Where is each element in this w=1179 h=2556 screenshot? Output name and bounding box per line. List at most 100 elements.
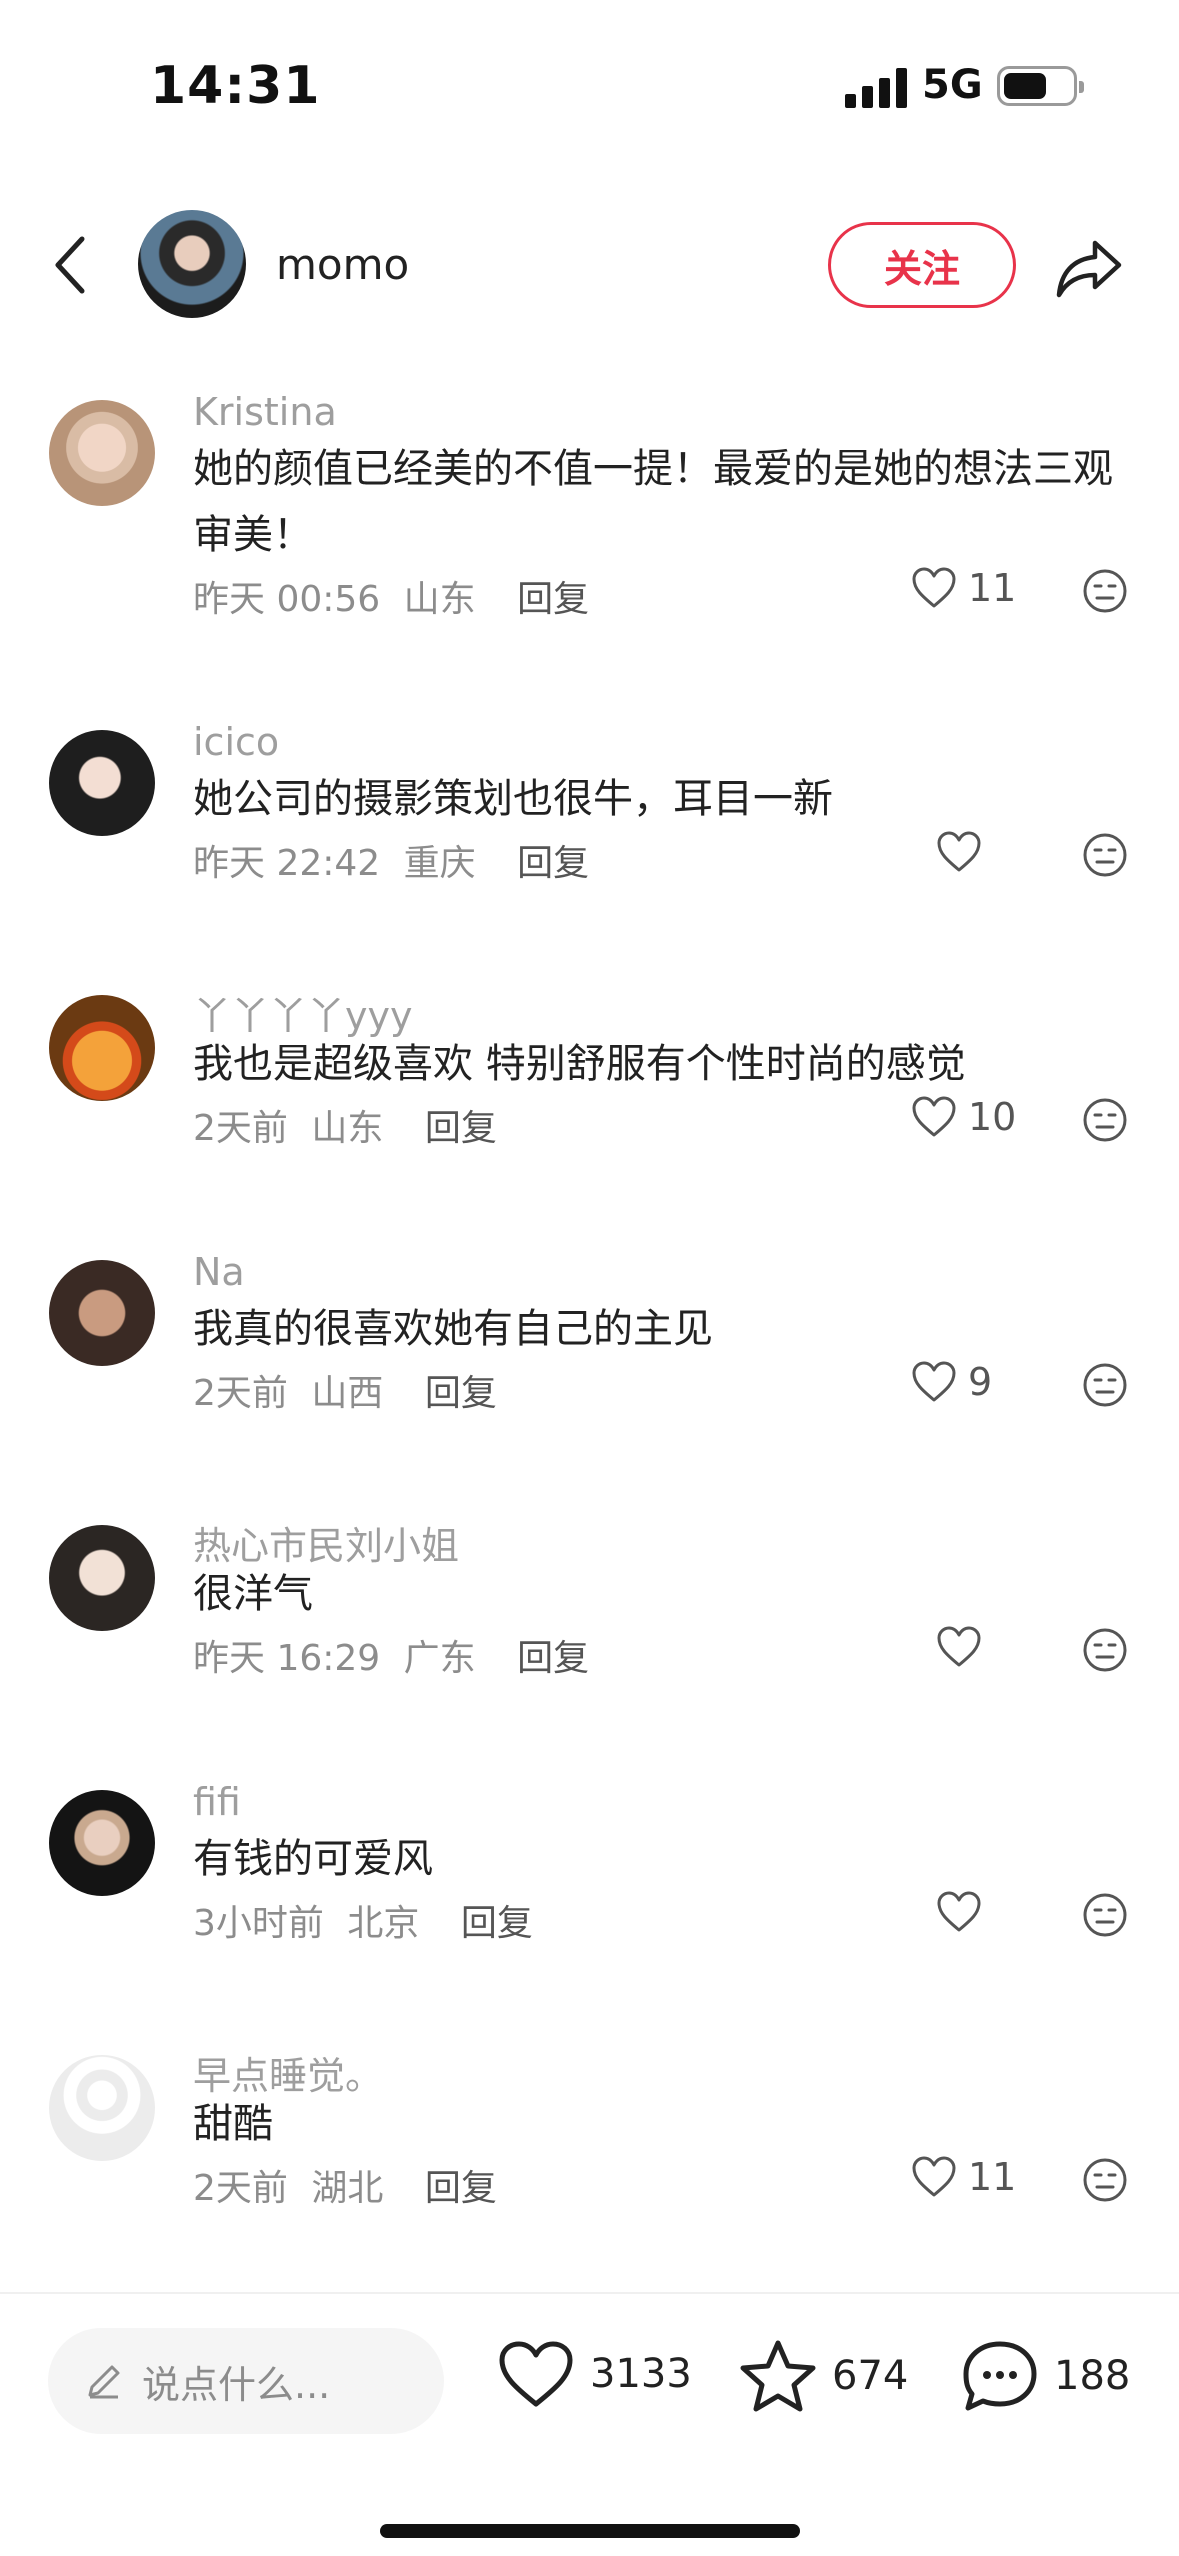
comment-meta: 3小时前 北京 回复: [193, 1894, 533, 1946]
comment-location: 山东: [311, 1108, 384, 1149]
comment-meta: 2天前 山西 回复: [193, 1364, 497, 1416]
reply-button[interactable]: 回复: [517, 843, 589, 884]
comment-time: 2天前: [193, 1373, 288, 1414]
neutral-face-icon: [1083, 1363, 1127, 1407]
commenter-avatar[interactable]: [49, 1790, 155, 1896]
comment-like-button[interactable]: 9: [910, 1360, 992, 1404]
signal-icon: [845, 68, 907, 108]
comment-like-count: 10: [968, 1095, 1017, 1139]
commenter-name[interactable]: Na: [193, 1250, 245, 1294]
neutral-face-icon: [1083, 569, 1127, 613]
commenter-name[interactable]: Kristina: [193, 390, 337, 434]
comment-location: 广东: [403, 1638, 476, 1679]
comment-meta: 昨天 16:29 广东 回复: [193, 1629, 589, 1681]
reply-button[interactable]: 回复: [517, 1638, 589, 1679]
comment-text: 我也是超级喜欢 特别舒服有个性时尚的感觉: [193, 1041, 966, 1087]
comment-time: 2天前: [193, 2168, 288, 2209]
neutral-face-icon: [1083, 2158, 1127, 2202]
star-icon: [740, 2340, 816, 2412]
comment-location: 湖北: [311, 2168, 384, 2209]
comment-location: 山东: [403, 579, 476, 620]
comment-like-count: 11: [968, 566, 1017, 610]
collect-button[interactable]: 674: [738, 2338, 908, 2414]
home-indicator[interactable]: [380, 2524, 800, 2538]
reply-button[interactable]: 回复: [425, 1108, 497, 1149]
dislike-button[interactable]: [1082, 1362, 1128, 1408]
comment-like-button[interactable]: [935, 830, 993, 874]
commenter-avatar[interactable]: [49, 400, 155, 506]
heart-icon: [499, 2341, 573, 2407]
comment-meta: 昨天 00:56 山东 回复: [193, 570, 589, 622]
like-button[interactable]: 3133: [496, 2338, 692, 2410]
reply-button[interactable]: 回复: [425, 1373, 497, 1414]
commenter-avatar[interactable]: [49, 995, 155, 1101]
author-avatar[interactable]: [138, 210, 246, 318]
comment-meta: 2天前 山东 回复: [193, 1099, 497, 1151]
chevron-left-icon: [55, 236, 85, 294]
heart-icon: [912, 2156, 956, 2197]
neutral-face-icon: [1083, 1893, 1127, 1937]
comment-like-button[interactable]: [935, 1625, 993, 1669]
heart-icon: [912, 1361, 956, 1402]
comment-text: 有钱的可爱风: [193, 1836, 433, 1882]
comment-input-placeholder: 说点什么...: [142, 2362, 331, 2407]
commenter-avatar[interactable]: [49, 2055, 155, 2161]
comment-bubble-icon: [963, 2341, 1037, 2411]
heart-icon: [912, 567, 956, 608]
reply-button[interactable]: 回复: [517, 579, 589, 620]
comment-like-button[interactable]: 10: [910, 1095, 1016, 1139]
neutral-face-icon: [1083, 833, 1127, 877]
reply-button[interactable]: 回复: [425, 2168, 497, 2209]
collect-count: 674: [832, 2353, 909, 2399]
status-bar: 14:31 5G: [0, 0, 1179, 175]
reply-button[interactable]: 回复: [461, 1903, 533, 1944]
comment-input[interactable]: 说点什么...: [48, 2328, 444, 2434]
comment-button[interactable]: 188: [960, 2338, 1130, 2414]
commenter-name[interactable]: icico: [193, 720, 279, 764]
bottom-bar: 说点什么... 3133 674 188: [0, 2292, 1179, 2556]
commenter-avatar[interactable]: [49, 730, 155, 836]
commenter-name[interactable]: fifi: [193, 1780, 241, 1824]
follow-button[interactable]: 关注: [828, 222, 1016, 308]
dislike-button[interactable]: [1082, 568, 1128, 614]
comment-like-button[interactable]: 11: [910, 566, 1016, 610]
dislike-button[interactable]: [1082, 832, 1128, 878]
comment-time: 昨天 00:56: [193, 579, 381, 620]
comment-time: 昨天 22:42: [193, 843, 381, 884]
comment-location: 北京: [347, 1903, 420, 1944]
network-type: 5G: [922, 62, 983, 108]
comment-time: 3小时前: [193, 1903, 324, 1944]
neutral-face-icon: [1083, 1098, 1127, 1142]
dislike-button[interactable]: [1082, 2157, 1128, 2203]
share-button[interactable]: [1050, 228, 1130, 308]
comment-location: 重庆: [403, 843, 476, 884]
comment-text: 甜酷: [193, 2101, 273, 2147]
commenter-avatar[interactable]: [49, 1260, 155, 1366]
status-time: 14:31: [150, 56, 321, 116]
comment-text: 很洋气: [193, 1571, 313, 1617]
share-icon: [1056, 240, 1122, 298]
comment-like-count: 9: [968, 1360, 993, 1404]
comment-time: 2天前: [193, 1108, 288, 1149]
commenter-avatar[interactable]: [49, 1525, 155, 1631]
dislike-button[interactable]: [1082, 1627, 1128, 1673]
comment-like-button[interactable]: 11: [910, 2155, 1016, 2199]
battery-icon: [997, 66, 1084, 106]
comment-text: 她的颜值已经美的不值一提！最爱的是她的想法三观 审美！: [193, 446, 1113, 558]
comment-time: 昨天 16:29: [193, 1638, 381, 1679]
heart-icon: [912, 1096, 956, 1137]
comment-like-button[interactable]: [935, 1890, 993, 1934]
comment-count: 188: [1054, 2353, 1131, 2399]
comment-meta: 2天前 湖北 回复: [193, 2159, 497, 2211]
header: momo 关注: [0, 200, 1179, 330]
heart-icon: [937, 1891, 981, 1932]
comment-text: 我真的很喜欢她有自己的主见: [193, 1306, 713, 1352]
comment-meta: 昨天 22:42 重庆 回复: [193, 834, 589, 886]
author-name[interactable]: momo: [276, 240, 409, 289]
heart-icon: [937, 1626, 981, 1667]
dislike-button[interactable]: [1082, 1097, 1128, 1143]
comment-text: 她公司的摄影策划也很牛，耳目一新: [193, 776, 833, 822]
like-count: 3133: [590, 2351, 692, 2397]
dislike-button[interactable]: [1082, 1892, 1128, 1938]
back-button[interactable]: [40, 225, 100, 305]
